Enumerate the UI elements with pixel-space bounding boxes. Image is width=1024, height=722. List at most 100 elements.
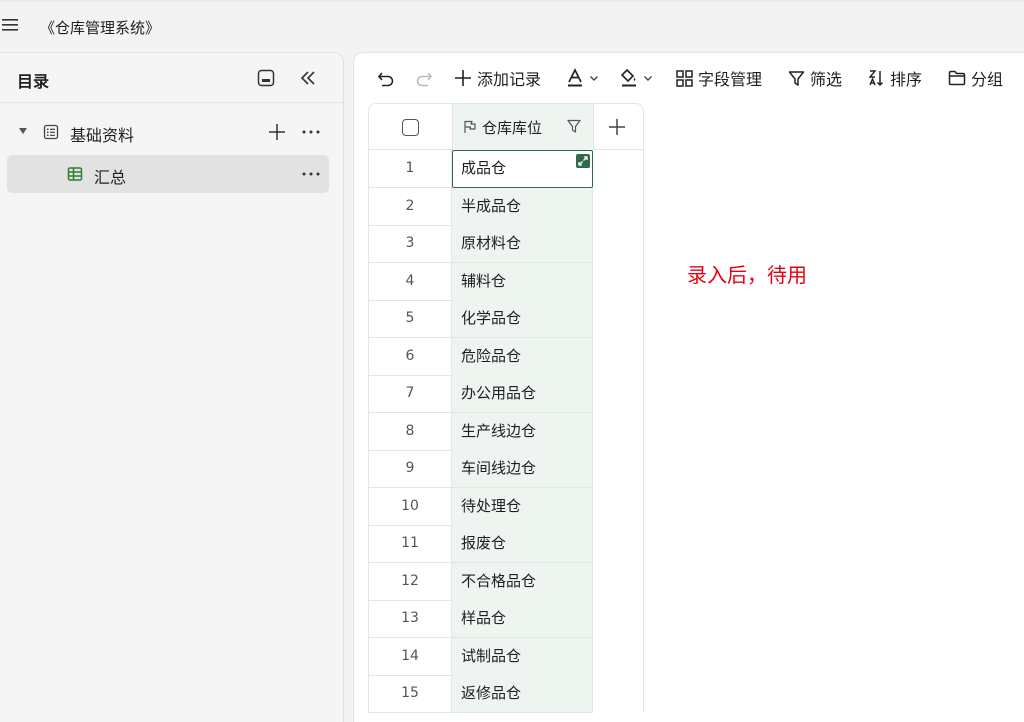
table-row[interactable]: 8 生产线边仓 [368,412,644,451]
warehouse-location-cell[interactable]: 成品仓 [452,150,593,188]
row-number[interactable]: 3 [368,225,452,263]
column-header-label: 仓库库位 [482,119,543,137]
row-number[interactable]: 7 [368,375,452,413]
filter-button[interactable]: 筛选 [788,67,842,89]
warehouse-location-cell[interactable]: 报废仓 [452,525,593,563]
text-color-button[interactable] [566,67,604,89]
row-number[interactable]: 2 [368,187,452,226]
warehouse-location-cell[interactable]: 待处理仓 [452,487,593,526]
add-record-button[interactable]: 添加记录 [454,67,541,89]
row-number[interactable]: 9 [368,450,452,488]
table-row[interactable]: 5 化学品仓 [368,300,644,338]
cell-text: 返修品仓 [461,684,522,702]
table-row[interactable]: 13 样品仓 [368,600,644,638]
column-filter-icon[interactable] [567,119,581,134]
empty-column-cell [593,187,644,226]
warehouse-location-cell[interactable]: 化学品仓 [452,300,593,338]
cell-text: 半成品仓 [461,196,522,215]
plus-icon [455,70,471,86]
cell-text: 危险品仓 [461,346,522,365]
table-row[interactable]: 12 不合格品仓 [368,562,644,601]
cell-text: 原材料仓 [461,234,522,252]
warehouse-location-cell[interactable]: 辅料仓 [452,262,593,301]
row-number[interactable]: 14 [368,637,452,676]
table-row[interactable]: 9 车间线边仓 [368,450,644,488]
empty-column-cell [593,450,644,488]
row-number[interactable]: 5 [368,300,452,338]
empty-column-cell [593,300,644,338]
table-row[interactable]: 4 辅料仓 [368,262,644,301]
table-row[interactable]: 10 待处理仓 [368,487,644,526]
table-row[interactable]: 11 报废仓 [368,525,644,563]
row-number[interactable]: 6 [368,337,452,376]
cell-text: 办公用品仓 [461,384,537,402]
sort-label: 排序 [890,70,923,89]
table-row[interactable]: 3 原材料仓 [368,225,644,263]
grid-icon [676,69,693,87]
sidebar-header: 目录 [0,53,343,103]
group-button[interactable]: 分组 [948,67,1003,89]
cell-text: 待处理仓 [461,496,522,515]
collapse-sidebar-icon[interactable] [298,68,318,88]
cell-text: 生产线边仓 [461,421,537,440]
table-row[interactable]: 14 试制品仓 [368,637,644,676]
empty-column-cell [593,525,644,563]
row-number[interactable]: 1 [368,150,452,188]
caret-down-icon[interactable] [18,126,28,136]
expand-record-icon[interactable] [576,154,590,168]
redo-button[interactable] [414,67,439,89]
warehouse-location-cell[interactable]: 办公用品仓 [452,375,593,413]
row-number[interactable]: 15 [368,675,452,713]
empty-column-cell [593,637,644,676]
field-manage-button[interactable]: 字段管理 [676,67,762,89]
sidebar-layout-icon[interactable] [257,69,275,87]
app-title: 《仓库管理系统》 [40,19,161,37]
row-number[interactable]: 8 [368,412,452,451]
table-row[interactable]: 2 半成品仓 [368,187,644,226]
warehouse-location-cell[interactable]: 试制品仓 [452,637,593,676]
more-options-icon[interactable] [301,123,321,141]
empty-column-cell [593,675,644,713]
empty-column-cell [593,412,644,451]
sidebar-item-basic-data[interactable]: 基础资料 [7,113,329,151]
warehouse-location-cell[interactable]: 危险品仓 [452,337,593,376]
row-number[interactable]: 11 [368,525,452,563]
row-number[interactable]: 13 [368,600,452,638]
sort-button[interactable]: 排序 [868,67,922,89]
table-row[interactable]: 15 返修品仓 [368,675,644,713]
column-header-warehouse-location[interactable]: 仓库库位 [453,104,594,150]
cell-text: 化学品仓 [461,309,522,327]
hamburger-menu-icon[interactable] [2,18,18,32]
row-number[interactable]: 12 [368,562,452,601]
warehouse-location-cell[interactable]: 半成品仓 [452,187,593,226]
add-icon[interactable] [268,123,286,141]
more-options-icon[interactable] [301,165,321,183]
sidebar: 目录 基础资料 汇总 [0,52,344,722]
add-column-icon[interactable] [607,117,627,137]
chevron-down-icon [644,76,652,81]
group-label: 分组 [971,70,1004,89]
table-row[interactable]: 7 办公用品仓 [368,375,644,413]
row-number[interactable]: 4 [368,262,452,301]
warehouse-location-cell[interactable]: 生产线边仓 [452,412,593,451]
warehouse-location-cell[interactable]: 不合格品仓 [452,562,593,601]
warehouse-location-cell[interactable]: 车间线边仓 [452,450,593,488]
toolbar: 添加记录 字段管理 筛选 排序 分组 [354,53,1024,103]
undo-icon [377,72,394,87]
undo-button[interactable] [376,67,401,89]
cell-text: 样品仓 [461,609,507,627]
empty-column-cell [593,375,644,413]
sidebar-title: 目录 [17,72,50,91]
warehouse-location-cell[interactable]: 原材料仓 [452,225,593,263]
select-all-cell[interactable] [369,104,453,150]
warehouse-location-cell[interactable]: 样品仓 [452,600,593,638]
sidebar-item-summary[interactable]: 汇总 [7,155,329,193]
table-row[interactable]: 6 危险品仓 [368,337,644,376]
warehouse-location-cell[interactable]: 返修品仓 [452,675,593,713]
select-all-checkbox[interactable] [402,119,419,136]
empty-column-cell [593,600,644,638]
row-number[interactable]: 10 [368,487,452,526]
fill-color-button[interactable] [620,67,658,89]
main-panel: 添加记录 字段管理 筛选 排序 分组 仓库库位 1 成品仓 2 半成品仓 3 原… [353,52,1024,722]
table-row[interactable]: 1 成品仓 [368,150,644,188]
